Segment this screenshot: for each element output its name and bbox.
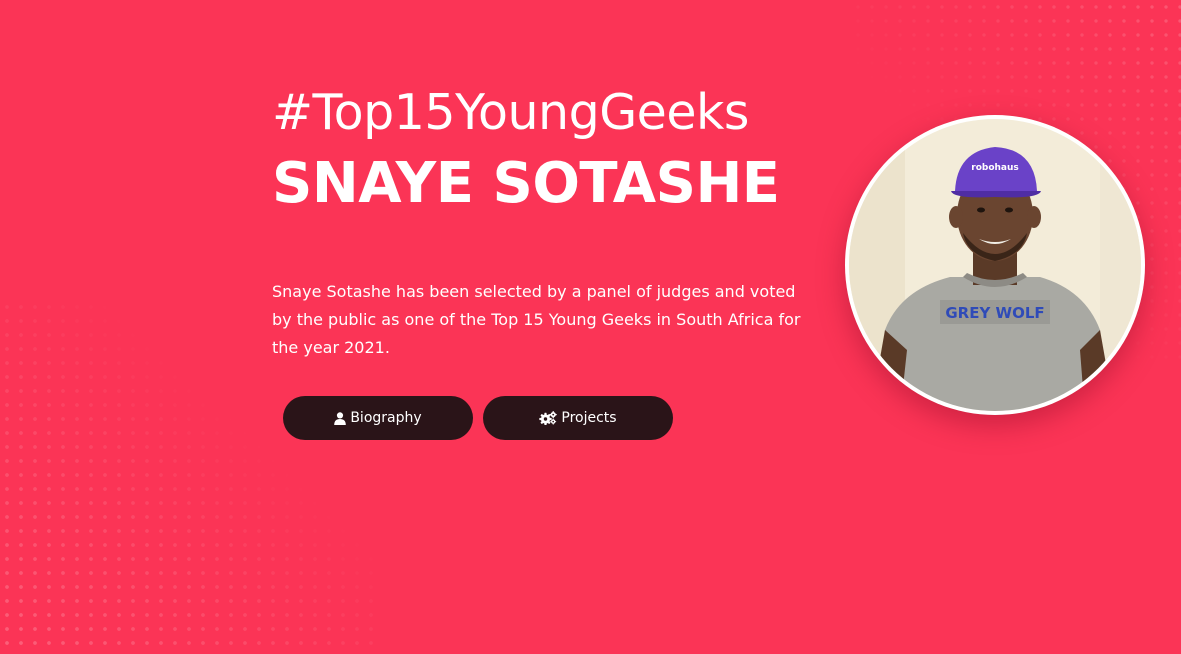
- shirt-text: GREY WOLF: [945, 304, 1044, 322]
- hero-section: #Top15YoungGeeks SNAYE SOTASHE Snaye Sot…: [272, 82, 812, 362]
- cogs-icon: [539, 411, 558, 425]
- projects-button[interactable]: Projects: [483, 396, 673, 440]
- hero-description: Snaye Sotashe has been selected by a pan…: [272, 282, 801, 357]
- biography-button-label: Biography: [350, 410, 422, 426]
- cap-text: robohaus: [971, 163, 1019, 173]
- hero-name: SNAYE SOTASHE: [272, 151, 780, 216]
- projects-button-label: Projects: [561, 410, 617, 426]
- hero-hashtag: #Top15YoungGeeks: [272, 84, 749, 141]
- button-group: Biography Projects: [283, 396, 673, 440]
- profile-avatar: robohaus GREY WOLF: [845, 115, 1145, 415]
- user-icon: [334, 411, 347, 425]
- biography-button[interactable]: Biography: [283, 396, 473, 440]
